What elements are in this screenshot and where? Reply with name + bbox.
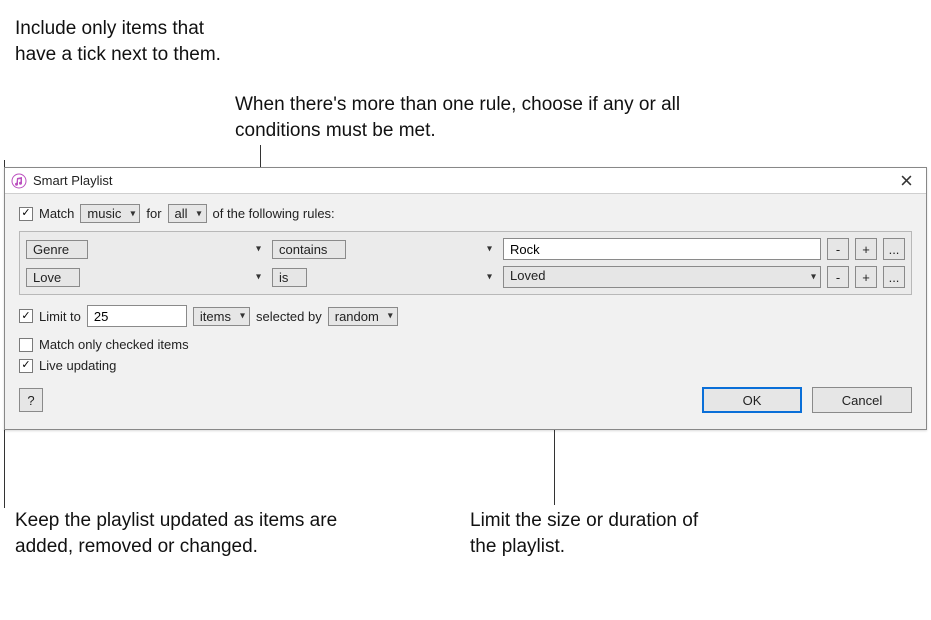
- callout-live-updating: Keep the playlist updated as items are a…: [15, 508, 345, 559]
- live-updating-row: ✓ Live updating: [19, 358, 912, 373]
- cancel-button[interactable]: Cancel: [812, 387, 912, 413]
- rule-row: Love ▾ is ▾ Loved ▾ - + ...: [26, 266, 905, 288]
- smart-playlist-dialog: Smart Playlist ✓ Match music ▾ for all ▾…: [4, 167, 927, 430]
- rule-value-value: Loved: [503, 266, 821, 288]
- limit-method-value: random: [328, 307, 398, 326]
- match-media-value: music: [80, 204, 140, 223]
- add-rule-button[interactable]: +: [855, 266, 877, 288]
- rule-value-select[interactable]: Loved ▾: [503, 266, 821, 288]
- rule-field-value: Genre: [26, 240, 88, 259]
- live-updating-checkbox[interactable]: ✓: [19, 359, 33, 373]
- match-checked-label: Match only checked items: [39, 337, 189, 352]
- match-checked-row: Match only checked items: [19, 337, 912, 352]
- window-title: Smart Playlist: [33, 173, 112, 188]
- limit-unit-select[interactable]: items ▾: [193, 309, 250, 324]
- match-row: ✓ Match music ▾ for all ▾ of the followi…: [19, 206, 912, 221]
- chevron-down-icon: ▾: [256, 244, 261, 255]
- dialog-content: ✓ Match music ▾ for all ▾ of the followi…: [5, 194, 926, 429]
- rule-operator-value: is: [272, 268, 307, 287]
- callout-limit: Limit the size or duration of the playli…: [470, 508, 720, 559]
- rule-more-button[interactable]: ...: [883, 238, 905, 260]
- match-label: Match: [39, 206, 74, 221]
- callout-match-scope: When there's more than one rule, choose …: [235, 92, 715, 143]
- rule-row: Genre ▾ contains ▾ - + ...: [26, 238, 905, 260]
- rule-more-button[interactable]: ...: [883, 266, 905, 288]
- match-checkbox[interactable]: ✓: [19, 207, 33, 221]
- match-checked-checkbox[interactable]: [19, 338, 33, 352]
- match-for-label: for: [146, 206, 161, 221]
- callout-checked-items: Include only items that have a tick next…: [15, 16, 225, 67]
- rules-container: Genre ▾ contains ▾ - + ... Love ▾: [19, 231, 912, 295]
- match-suffix-label: of the following rules:: [213, 206, 335, 221]
- limit-row: ✓ Limit to items ▾ selected by random ▾: [19, 305, 912, 327]
- remove-rule-button[interactable]: -: [827, 266, 849, 288]
- close-button[interactable]: [892, 171, 920, 191]
- rule-operator-value: contains: [272, 240, 346, 259]
- rule-field-select[interactable]: Genre ▾: [26, 241, 266, 257]
- limit-selected-by-label: selected by: [256, 309, 322, 324]
- help-button[interactable]: ?: [19, 388, 43, 412]
- chevron-down-icon: ▾: [487, 272, 492, 283]
- limit-count-input[interactable]: [87, 305, 187, 327]
- add-rule-button[interactable]: +: [855, 238, 877, 260]
- rule-field-value: Love: [26, 268, 80, 287]
- rule-operator-select[interactable]: is ▾: [272, 269, 497, 285]
- limit-method-select[interactable]: random ▾: [328, 309, 398, 324]
- limit-label: Limit to: [39, 309, 81, 324]
- callout-line: [4, 500, 5, 508]
- dialog-footer: ? OK Cancel: [19, 387, 912, 413]
- rule-field-select[interactable]: Love ▾: [26, 269, 266, 285]
- limit-checkbox[interactable]: ✓: [19, 309, 33, 323]
- ok-button[interactable]: OK: [702, 387, 802, 413]
- titlebar: Smart Playlist: [5, 168, 926, 194]
- remove-rule-button[interactable]: -: [827, 238, 849, 260]
- itunes-icon: [11, 173, 27, 189]
- match-media-select[interactable]: music ▾: [80, 206, 140, 221]
- match-scope-value: all: [168, 204, 207, 223]
- chevron-down-icon: ▾: [256, 272, 261, 283]
- rule-operator-select[interactable]: contains ▾: [272, 241, 497, 257]
- match-scope-select[interactable]: all ▾: [168, 206, 207, 221]
- live-updating-label: Live updating: [39, 358, 116, 373]
- close-icon: [901, 175, 912, 186]
- chevron-down-icon: ▾: [487, 244, 492, 255]
- limit-unit-value: items: [193, 307, 250, 326]
- rule-value-input[interactable]: [503, 238, 821, 260]
